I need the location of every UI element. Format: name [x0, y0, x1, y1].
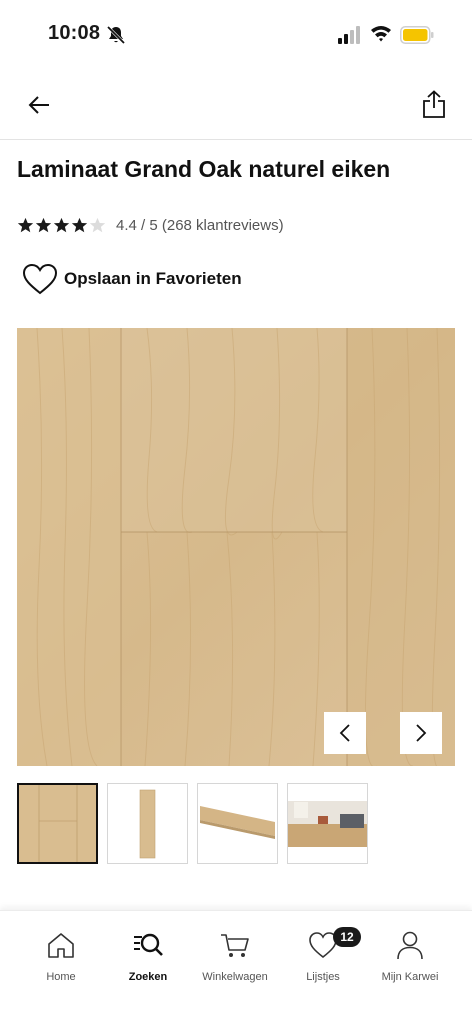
thumbnail-wood-image	[19, 785, 96, 862]
rating-text: 4.4 / 5 (268 klantreviews)	[116, 216, 284, 234]
product-main-image[interactable]	[17, 328, 455, 766]
tab-home[interactable]: Home	[16, 929, 106, 983]
tab-search[interactable]: Zoeken	[103, 929, 193, 983]
share-icon	[423, 90, 445, 118]
thumbnail-strip	[17, 783, 368, 864]
tab-cart[interactable]: Winkelwagen	[190, 929, 280, 983]
wood-floor-image	[17, 328, 455, 766]
save-favorites-button[interactable]: Opslaan in Favorieten	[22, 262, 242, 296]
home-icon	[48, 933, 74, 958]
rating-row[interactable]: 4.4 / 5 (268 klantreviews)	[17, 214, 284, 236]
top-navigation	[0, 70, 472, 140]
gallery-next-button[interactable]	[400, 712, 442, 754]
gallery-prev-button[interactable]	[324, 712, 366, 754]
star-filled-icon	[53, 217, 70, 232]
tab-lists[interactable]: 12 Lijstjes	[278, 927, 368, 983]
star-filled-icon	[71, 217, 88, 232]
search-icon	[134, 933, 163, 956]
tab-home-label: Home	[46, 971, 76, 983]
star-filled-icon	[17, 217, 34, 232]
thumbnail-3[interactable]	[197, 783, 278, 864]
wifi-icon	[371, 26, 391, 42]
lists-count-badge: 12	[333, 927, 361, 947]
chevron-left-icon	[339, 724, 350, 742]
thumbnail-2[interactable]	[107, 783, 188, 864]
arrow-left-icon	[28, 96, 49, 114]
thumbnail-room-image	[288, 784, 367, 863]
thumbnail-1[interactable]	[17, 783, 98, 864]
tab-search-label: Zoeken	[128, 971, 168, 983]
product-title: Laminaat Grand Oak naturel eiken	[17, 156, 391, 182]
bell-muted-icon	[106, 25, 126, 45]
bottom-navigation: Home Zoeken Winkelwagen 12 Lijstjes Mijn…	[0, 910, 472, 1024]
thumbnail-4[interactable]	[287, 783, 368, 864]
star-filled-icon	[35, 217, 52, 232]
tab-cart-label: Winkelwagen	[202, 971, 268, 983]
status-time: 10:08	[48, 22, 101, 44]
share-button[interactable]	[418, 88, 450, 120]
tab-account-label: Mijn Karwei	[381, 971, 439, 983]
save-favorites-label: Opslaan in Favorieten	[64, 269, 242, 288]
cart-icon	[221, 934, 249, 957]
tab-account[interactable]: Mijn Karwei	[365, 929, 455, 983]
thumbnail-plank-vertical-image	[108, 784, 187, 863]
heart-outline-icon	[22, 263, 58, 295]
star-empty-icon	[89, 217, 106, 232]
thumbnail-plank-angled-image	[198, 784, 277, 863]
tab-lists-label: Lijstjes	[306, 971, 340, 983]
rating-stars	[17, 217, 106, 234]
status-bar: 10:08	[0, 0, 472, 70]
user-icon	[397, 931, 423, 960]
chevron-right-icon	[416, 724, 427, 742]
battery-icon	[400, 26, 434, 44]
signal-icon	[338, 26, 360, 44]
back-button[interactable]	[24, 90, 54, 120]
